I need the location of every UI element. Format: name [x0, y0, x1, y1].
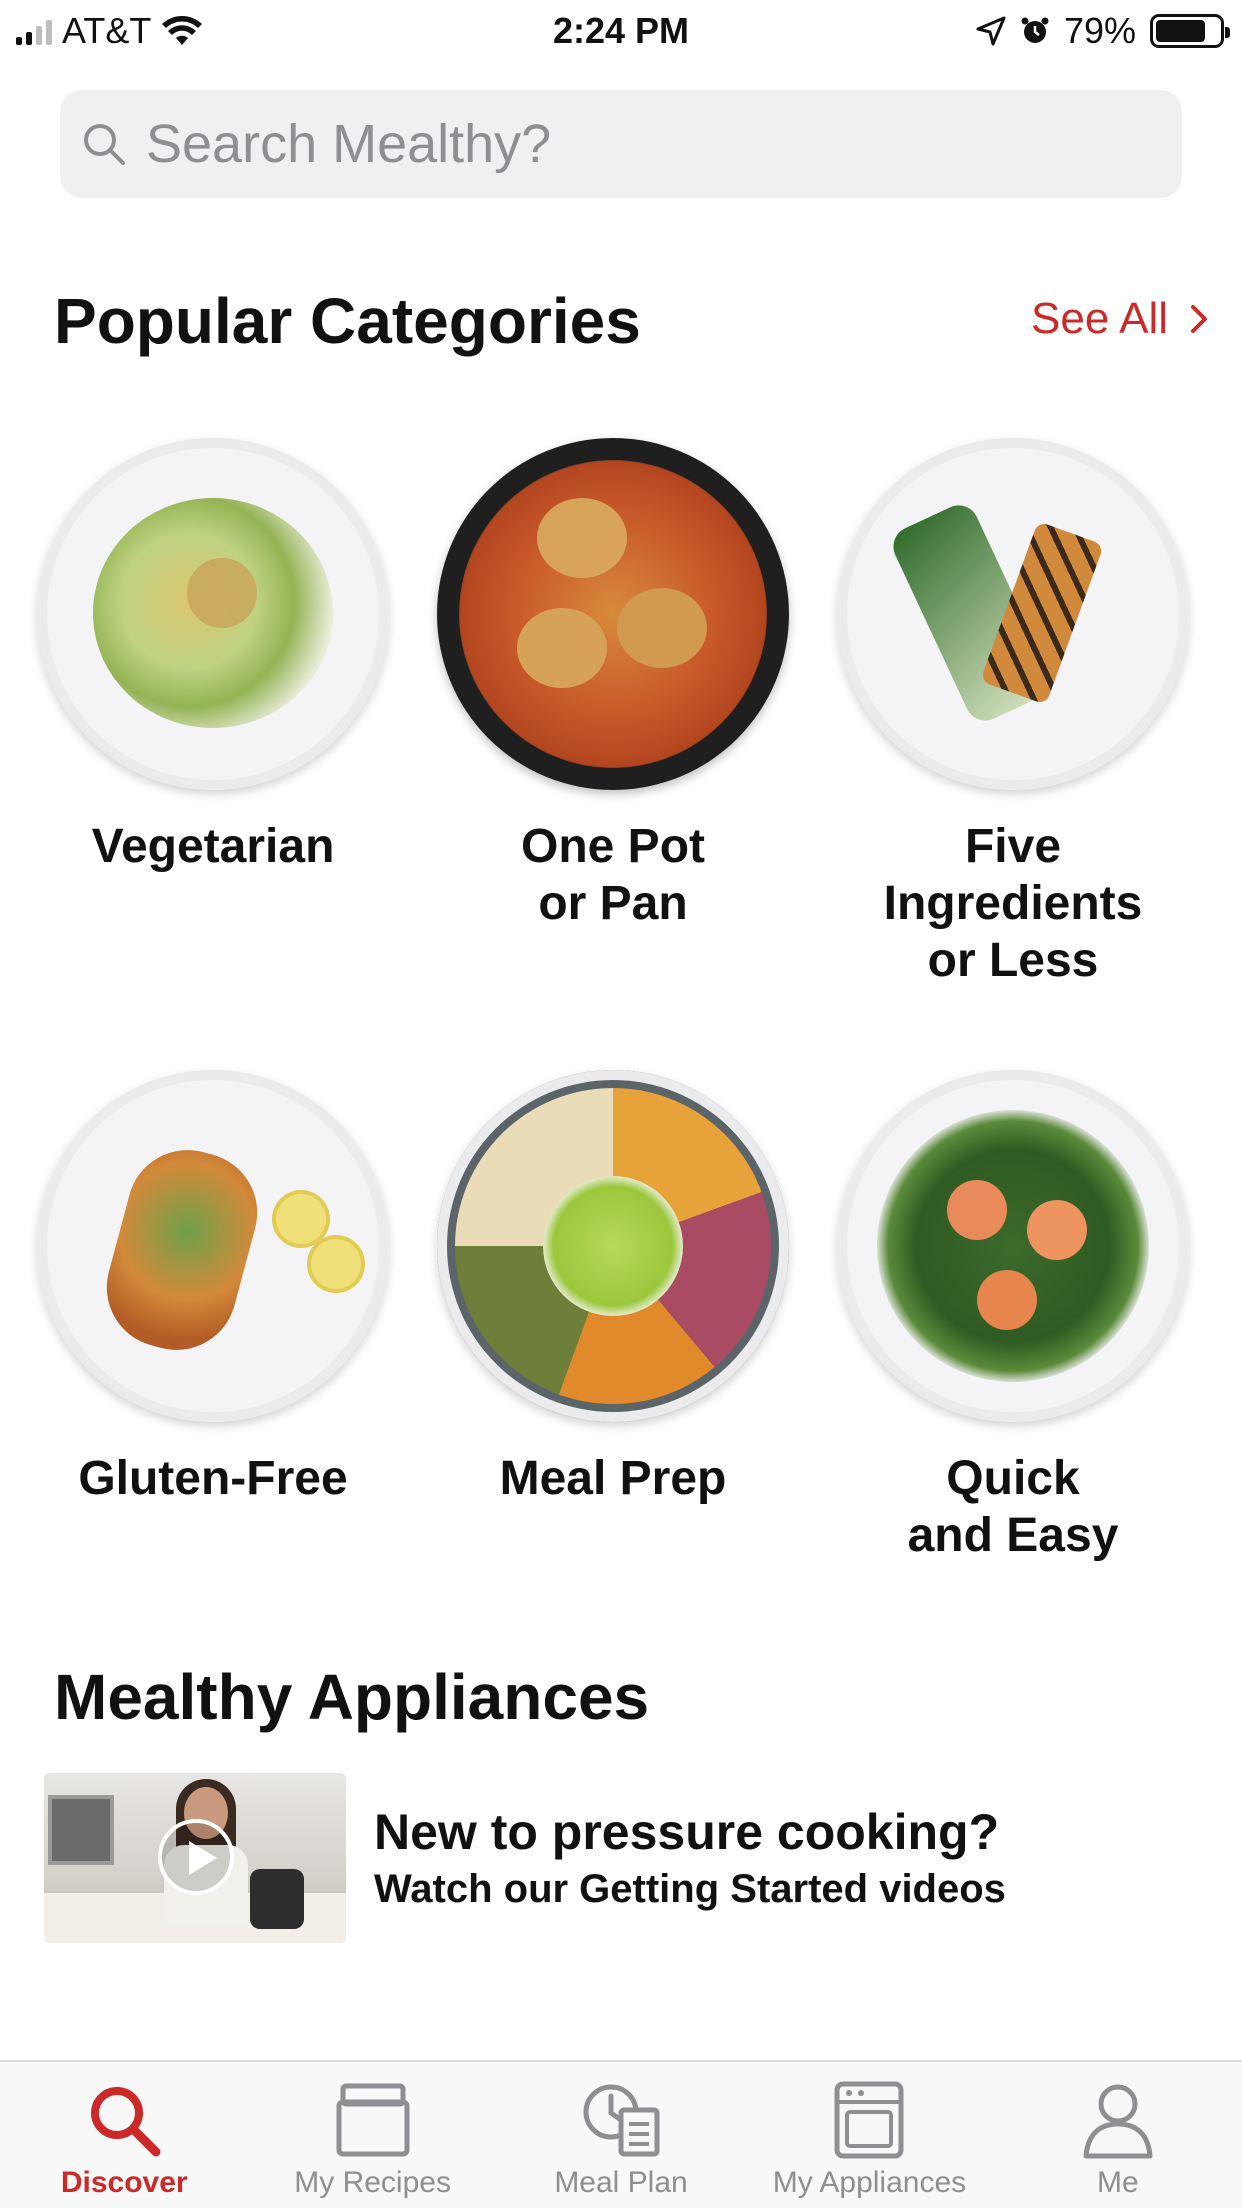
tab-me[interactable]: Me	[994, 2062, 1242, 2208]
grilled-tofu-scallions-plate-icon	[837, 438, 1189, 790]
tab-my-recipes[interactable]: My Recipes	[248, 2062, 496, 2208]
see-all-label: See All	[1031, 294, 1168, 343]
person-icon	[1083, 2084, 1153, 2159]
discover-screen: AT&T 2:24 PM 79% Search Mealthy? Popular…	[0, 0, 1242, 2208]
category-meal-prep[interactable]: Meal Prep	[413, 1070, 813, 1507]
stuffed-sweet-potato-plate-icon	[37, 1070, 389, 1422]
category-label: Meal Prep	[499, 1452, 727, 1505]
category-gluten-free[interactable]: Gluten-Free	[13, 1070, 413, 1507]
tab-label: My Recipes	[294, 2166, 451, 2199]
category-label: Gluten-Free	[78, 1452, 348, 1505]
tab-my-appliances[interactable]: My Appliances	[745, 2062, 993, 2208]
tab-meal-plan[interactable]: Meal Plan	[497, 2062, 745, 2208]
tab-discover[interactable]: Discover	[0, 2062, 248, 2208]
battery-percent: 79%	[1063, 10, 1136, 51]
status-right: 79%	[976, 10, 1230, 52]
meal-prep-bowl-icon	[437, 1070, 789, 1422]
appliance-icon	[834, 2081, 904, 2159]
card-title: New to pressure cooking?	[374, 1804, 1000, 1860]
video-play-icon	[158, 1819, 234, 1895]
search-icon	[91, 2087, 161, 2157]
tab-label: Meal Plan	[554, 2166, 688, 2199]
location-arrow-icon	[976, 16, 1006, 46]
citrus-salad-plate-icon	[837, 1070, 1189, 1422]
chevron-right-icon	[1191, 305, 1207, 333]
card-text: New to pressure cooking? Watch our Getti…	[374, 1802, 1006, 1914]
skillet-chicken-icon	[437, 438, 789, 790]
card-subtitle: Watch our Getting Started videos	[374, 1867, 1006, 1911]
alarm-clock-icon	[1021, 17, 1049, 43]
category-label: Vegetarian	[91, 820, 335, 873]
video-thumbnail	[44, 1773, 346, 1943]
category-label: Quick and Easy	[907, 1452, 1119, 1562]
tab-label: My Appliances	[772, 2166, 967, 2199]
tab-bar: Discover My Recipes Meal Plan My Applian…	[0, 2060, 1242, 2208]
tab-label: Me	[1096, 2166, 1139, 2199]
category-quick-and-easy[interactable]: Quick and Easy	[813, 1070, 1213, 1564]
status-bar: AT&T 2:24 PM 79%	[0, 0, 1242, 62]
battery-icon	[1150, 14, 1230, 48]
search-icon	[84, 124, 125, 165]
category-label: Five Ingredients or Less	[883, 820, 1143, 987]
category-five-ingredients[interactable]: Five Ingredients or Less	[813, 438, 1213, 989]
search-bar[interactable]	[60, 90, 1182, 198]
recipe-box-icon	[336, 2083, 410, 2157]
search-input[interactable]	[146, 114, 1046, 174]
see-all-link[interactable]: See All	[1031, 294, 1208, 344]
clock-list-icon	[583, 2084, 660, 2157]
appliances-title: Mealthy Appliances	[54, 1661, 650, 1733]
category-vegetarian[interactable]: Vegetarian	[13, 438, 413, 875]
category-one-pot-or-pan[interactable]: One Pot or Pan	[413, 438, 813, 932]
tab-label: Discover	[60, 2166, 188, 2199]
zucchini-noodle-plate-icon	[37, 438, 389, 790]
popular-categories-title: Popular Categories	[54, 285, 641, 357]
getting-started-card[interactable]: New to pressure cooking? Watch our Getti…	[44, 1772, 1204, 1944]
category-label: One Pot or Pan	[520, 820, 705, 930]
